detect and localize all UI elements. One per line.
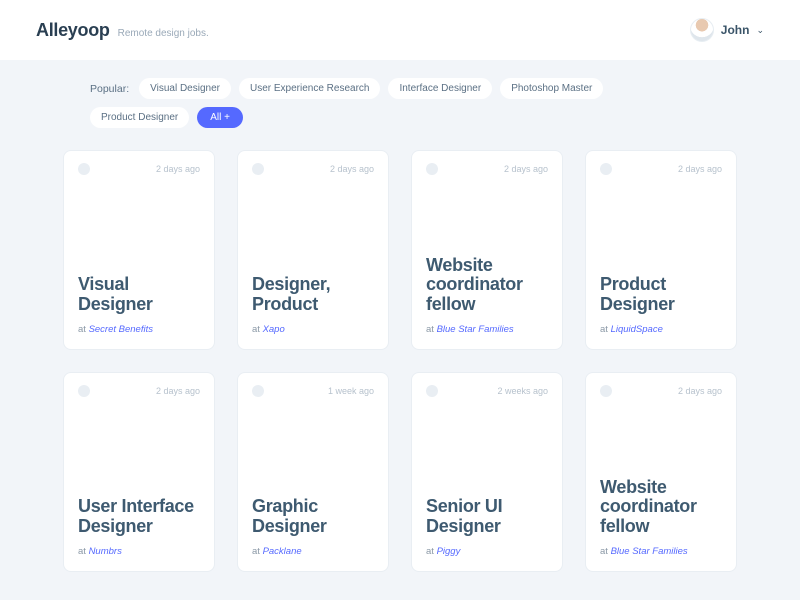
avatar [690, 18, 714, 42]
brand[interactable]: Alleyoop Remote design jobs. [36, 20, 209, 41]
job-card[interactable]: 2 days ago Website coordinator fellow at… [585, 372, 737, 572]
posted-date: 2 days ago [504, 164, 548, 174]
company-name[interactable]: Xapo [263, 324, 285, 335]
company-logo-icon [252, 385, 264, 397]
company-name[interactable]: Secret Benefits [89, 324, 153, 335]
job-title: User Interface Designer [78, 497, 200, 536]
filter-label: Popular: [90, 83, 129, 95]
job-title: Designer, Product [252, 275, 374, 314]
company-logo-icon [78, 163, 90, 175]
job-card[interactable]: 2 days ago Designer, Product at Xapo [237, 150, 389, 350]
filter-row: Popular: Visual Designer User Experience… [0, 60, 800, 142]
job-card[interactable]: 2 days ago Visual Designer at Secret Ben… [63, 150, 215, 350]
filter-pill[interactable]: Product Designer [90, 107, 189, 128]
company-line: at Blue Star Families [426, 324, 548, 335]
job-card[interactable]: 2 days ago User Interface Designer at Nu… [63, 372, 215, 572]
posted-date: 2 days ago [330, 164, 374, 174]
company-logo-icon [252, 163, 264, 175]
filter-pill[interactable]: Photoshop Master [500, 78, 603, 99]
logo: Alleyoop [36, 20, 110, 41]
job-title: Website coordinator fellow [600, 478, 722, 536]
company-line: at Blue Star Families [600, 546, 722, 557]
company-name[interactable]: Blue Star Families [437, 324, 514, 335]
job-title: Visual Designer [78, 275, 200, 314]
company-line: at Xapo [252, 324, 374, 335]
company-logo-icon [600, 385, 612, 397]
job-card[interactable]: 2 days ago Website coordinator fellow at… [411, 150, 563, 350]
filter-pill[interactable]: Interface Designer [388, 78, 492, 99]
job-title: Graphic Designer [252, 497, 374, 536]
tagline: Remote design jobs. [118, 28, 209, 39]
company-line: at Packlane [252, 546, 374, 557]
job-card[interactable]: 1 week ago Graphic Designer at Packlane [237, 372, 389, 572]
user-name: John [721, 23, 750, 37]
filter-pill[interactable]: Visual Designer [139, 78, 231, 99]
company-logo-icon [600, 163, 612, 175]
company-name[interactable]: LiquidSpace [611, 324, 663, 335]
company-line: at Secret Benefits [78, 324, 200, 335]
job-title: Senior UI Designer [426, 497, 548, 536]
posted-date: 2 days ago [678, 386, 722, 396]
posted-date: 2 days ago [156, 164, 200, 174]
posted-date: 2 days ago [156, 386, 200, 396]
posted-date: 2 days ago [678, 164, 722, 174]
company-line: at LiquidSpace [600, 324, 722, 335]
chevron-down-icon: ⌄ [756, 25, 764, 36]
company-name[interactable]: Piggy [437, 546, 461, 557]
filter-pill-all[interactable]: All + [197, 107, 243, 128]
user-menu[interactable]: John ⌄ [690, 18, 764, 42]
company-logo-icon [426, 385, 438, 397]
company-name[interactable]: Numbrs [89, 546, 122, 557]
company-logo-icon [78, 385, 90, 397]
posted-date: 1 week ago [328, 386, 374, 396]
job-title: Website coordinator fellow [426, 256, 548, 314]
job-grid: 2 days ago Visual Designer at Secret Ben… [0, 142, 800, 572]
job-title: Product Designer [600, 275, 722, 314]
company-line: at Piggy [426, 546, 548, 557]
company-line: at Numbrs [78, 546, 200, 557]
company-logo-icon [426, 163, 438, 175]
header: Alleyoop Remote design jobs. John ⌄ [0, 0, 800, 60]
job-card[interactable]: 2 days ago Product Designer at LiquidSpa… [585, 150, 737, 350]
job-card[interactable]: 2 weeks ago Senior UI Designer at Piggy [411, 372, 563, 572]
company-name[interactable]: Packlane [263, 546, 302, 557]
company-name[interactable]: Blue Star Families [611, 546, 688, 557]
posted-date: 2 weeks ago [497, 386, 548, 396]
filter-pill[interactable]: User Experience Research [239, 78, 381, 99]
